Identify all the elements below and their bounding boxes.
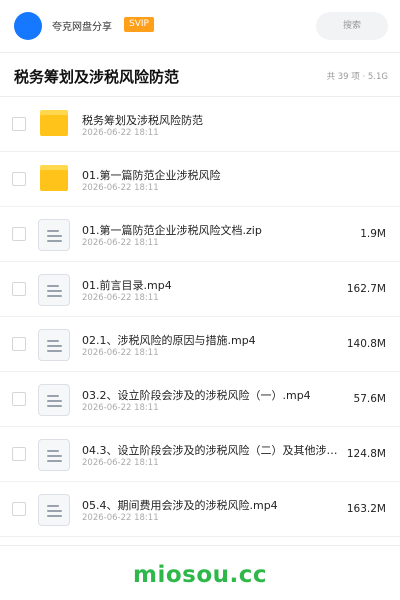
list-item[interactable]: 01.第一篇防范企业涉税风险 2026-06-22 18:11: [0, 152, 400, 207]
item-name: 04.3、设立阶段会涉及的涉税风险（二）及其他涉税风险.mp4: [82, 444, 347, 457]
top-bar: 夸克网盘分享 SVIP 搜索: [0, 0, 400, 53]
list-item[interactable]: 01.第一篇防范企业涉税风险文档.zip 2026-06-22 18:11 1.…: [0, 207, 400, 262]
select-checkbox[interactable]: [12, 337, 26, 351]
item-name: 01.第一篇防范企业涉税风险文档.zip: [82, 224, 262, 237]
item-date: 2026-06-22 18:11: [82, 513, 159, 523]
file-list: 税务筹划及涉税风险防范 2026-06-22 18:11 01.第一篇防范企业涉…: [0, 97, 400, 537]
item-name: 01.前言目录.mp4: [82, 279, 172, 292]
select-checkbox[interactable]: [12, 282, 26, 296]
list-item[interactable]: 03.2、设立阶段会涉及的涉税风险（一）.mp4 2026-06-22 18:1…: [0, 372, 400, 427]
item-date: 2026-06-22 18:11: [82, 128, 159, 138]
item-name: 02.1、涉税风险的原因与措施.mp4: [82, 334, 256, 347]
file-icon: [38, 439, 70, 471]
item-date: 2026-06-22 18:11: [82, 183, 159, 193]
folder-header: 税务筹划及涉税风险防范 共 39 项 · 5.1G: [0, 52, 400, 97]
item-name: 01.第一篇防范企业涉税风险: [82, 169, 221, 182]
select-checkbox[interactable]: [12, 117, 26, 131]
item-date: 2026-06-22 18:11: [82, 238, 159, 248]
list-item[interactable]: 税务筹划及涉税风险防范 2026-06-22 18:11: [0, 97, 400, 152]
file-icon: [38, 329, 70, 361]
item-name: 05.4、期间费用会涉及的涉税风险.mp4: [82, 499, 278, 512]
file-icon: [38, 384, 70, 416]
watermark-logo: miosou.cc: [132, 562, 268, 588]
select-checkbox[interactable]: [12, 502, 26, 516]
item-date: 2026-06-22 18:11: [82, 458, 159, 468]
footer-divider: [0, 545, 400, 546]
svip-badge: SVIP: [124, 17, 154, 32]
folder-meta: 共 39 项 · 5.1G: [326, 72, 388, 82]
search-input[interactable]: 搜索: [316, 12, 388, 40]
item-date: 2026-06-22 18:11: [82, 348, 159, 358]
file-icon: [38, 494, 70, 526]
select-checkbox[interactable]: [12, 227, 26, 241]
folder-icon: [40, 165, 68, 191]
item-name: 税务筹划及涉税风险防范: [82, 114, 203, 127]
list-item[interactable]: 02.1、涉税风险的原因与措施.mp4 2026-06-22 18:11 140…: [0, 317, 400, 372]
select-checkbox[interactable]: [12, 172, 26, 186]
file-icon: [38, 219, 70, 251]
item-size: 1.9M: [360, 228, 386, 240]
page-title: 税务筹划及涉税风险防范: [14, 68, 180, 86]
item-size: 57.6M: [353, 393, 386, 405]
item-size: 163.2M: [346, 503, 386, 515]
list-item[interactable]: 04.3、设立阶段会涉及的涉税风险（二）及其他涉税风险.mp4 2026-06-…: [0, 427, 400, 482]
select-checkbox[interactable]: [12, 392, 26, 406]
avatar[interactable]: [14, 12, 42, 40]
file-icon: [38, 274, 70, 306]
item-size: 124.8M: [346, 448, 386, 460]
list-item[interactable]: 01.前言目录.mp4 2026-06-22 18:11 162.7M: [0, 262, 400, 317]
item-name: 03.2、设立阶段会涉及的涉税风险（一）.mp4: [82, 389, 311, 402]
share-source-label: 夸克网盘分享: [52, 22, 112, 33]
select-checkbox[interactable]: [12, 447, 26, 461]
folder-icon: [40, 110, 68, 136]
item-size: 140.8M: [346, 338, 386, 350]
item-size: 162.7M: [346, 283, 386, 295]
list-item[interactable]: 05.4、期间费用会涉及的涉税风险.mp4 2026-06-22 18:11 1…: [0, 482, 400, 537]
item-date: 2026-06-22 18:11: [82, 403, 159, 413]
item-date: 2026-06-22 18:11: [82, 293, 159, 303]
